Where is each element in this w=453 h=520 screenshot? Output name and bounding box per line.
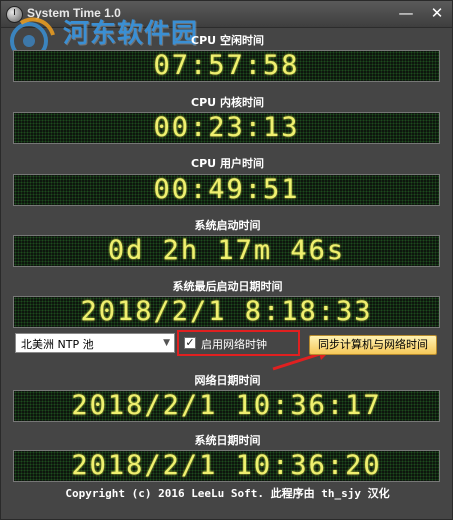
network-time-value: 2018/2/1 10:36:17 xyxy=(71,390,382,421)
sync-time-button[interactable]: 同步计算机与网络时间 xyxy=(309,335,437,355)
cpu-idle-value: 07:57:58 xyxy=(153,50,300,81)
uptime-label: 系统启动时间 xyxy=(194,219,261,232)
last-boot-value: 2018/2/1 8:18:33 xyxy=(80,296,373,327)
cpu-kernel-display: 00:23:13 xyxy=(13,112,440,144)
clock-app-icon xyxy=(6,6,23,23)
enable-network-clock-checkbox[interactable]: ✓ xyxy=(184,337,196,349)
cpu-user-value: 00:49:51 xyxy=(153,174,300,205)
last-boot-label: 系统最后启动日期时间 xyxy=(172,280,283,293)
uptime-value: 0d 2h 17m 46s xyxy=(107,235,346,266)
cpu-idle-label: CPU 空闲时间 xyxy=(191,34,264,47)
network-time-display: 2018/2/1 10:36:17 xyxy=(13,390,440,422)
system-time-value: 2018/2/1 10:36:20 xyxy=(71,450,382,481)
cpu-kernel-value: 00:23:13 xyxy=(153,112,300,143)
cpu-user-label: CPU 用户时间 xyxy=(191,157,264,170)
title-bar[interactable]: System Time 1.0 — ✕ xyxy=(1,1,452,28)
minimize-button[interactable]: — xyxy=(394,4,418,23)
enable-network-clock-label[interactable]: 启用网络时钟 xyxy=(201,336,267,352)
system-time-display: 2018/2/1 10:36:20 xyxy=(13,450,440,482)
cpu-kernel-label: CPU 内核时间 xyxy=(191,96,264,109)
ntp-pool-select[interactable]: 北美洲 NTP 池 ▼ xyxy=(15,333,175,353)
chevron-down-icon[interactable]: ▼ xyxy=(163,338,170,348)
uptime-display: 0d 2h 17m 46s xyxy=(13,235,440,267)
cpu-user-display: 00:49:51 xyxy=(13,174,440,206)
ntp-pool-selected: 北美洲 NTP 池 xyxy=(21,338,94,351)
system-time-label: 系统日期时间 xyxy=(194,434,261,447)
window-title: System Time 1.0 xyxy=(27,6,121,20)
cpu-idle-display: 07:57:58 xyxy=(13,50,440,82)
network-time-label: 网络日期时间 xyxy=(194,374,261,387)
last-boot-display: 2018/2/1 8:18:33 xyxy=(13,296,440,328)
app-window: System Time 1.0 — ✕ 河东软件园 www.pc0359.cn … xyxy=(0,0,453,520)
close-button[interactable]: ✕ xyxy=(425,4,449,23)
copyright-footer: Copyright (c) 2016 LeeLu Soft. 此程序由 th_s… xyxy=(65,487,390,500)
